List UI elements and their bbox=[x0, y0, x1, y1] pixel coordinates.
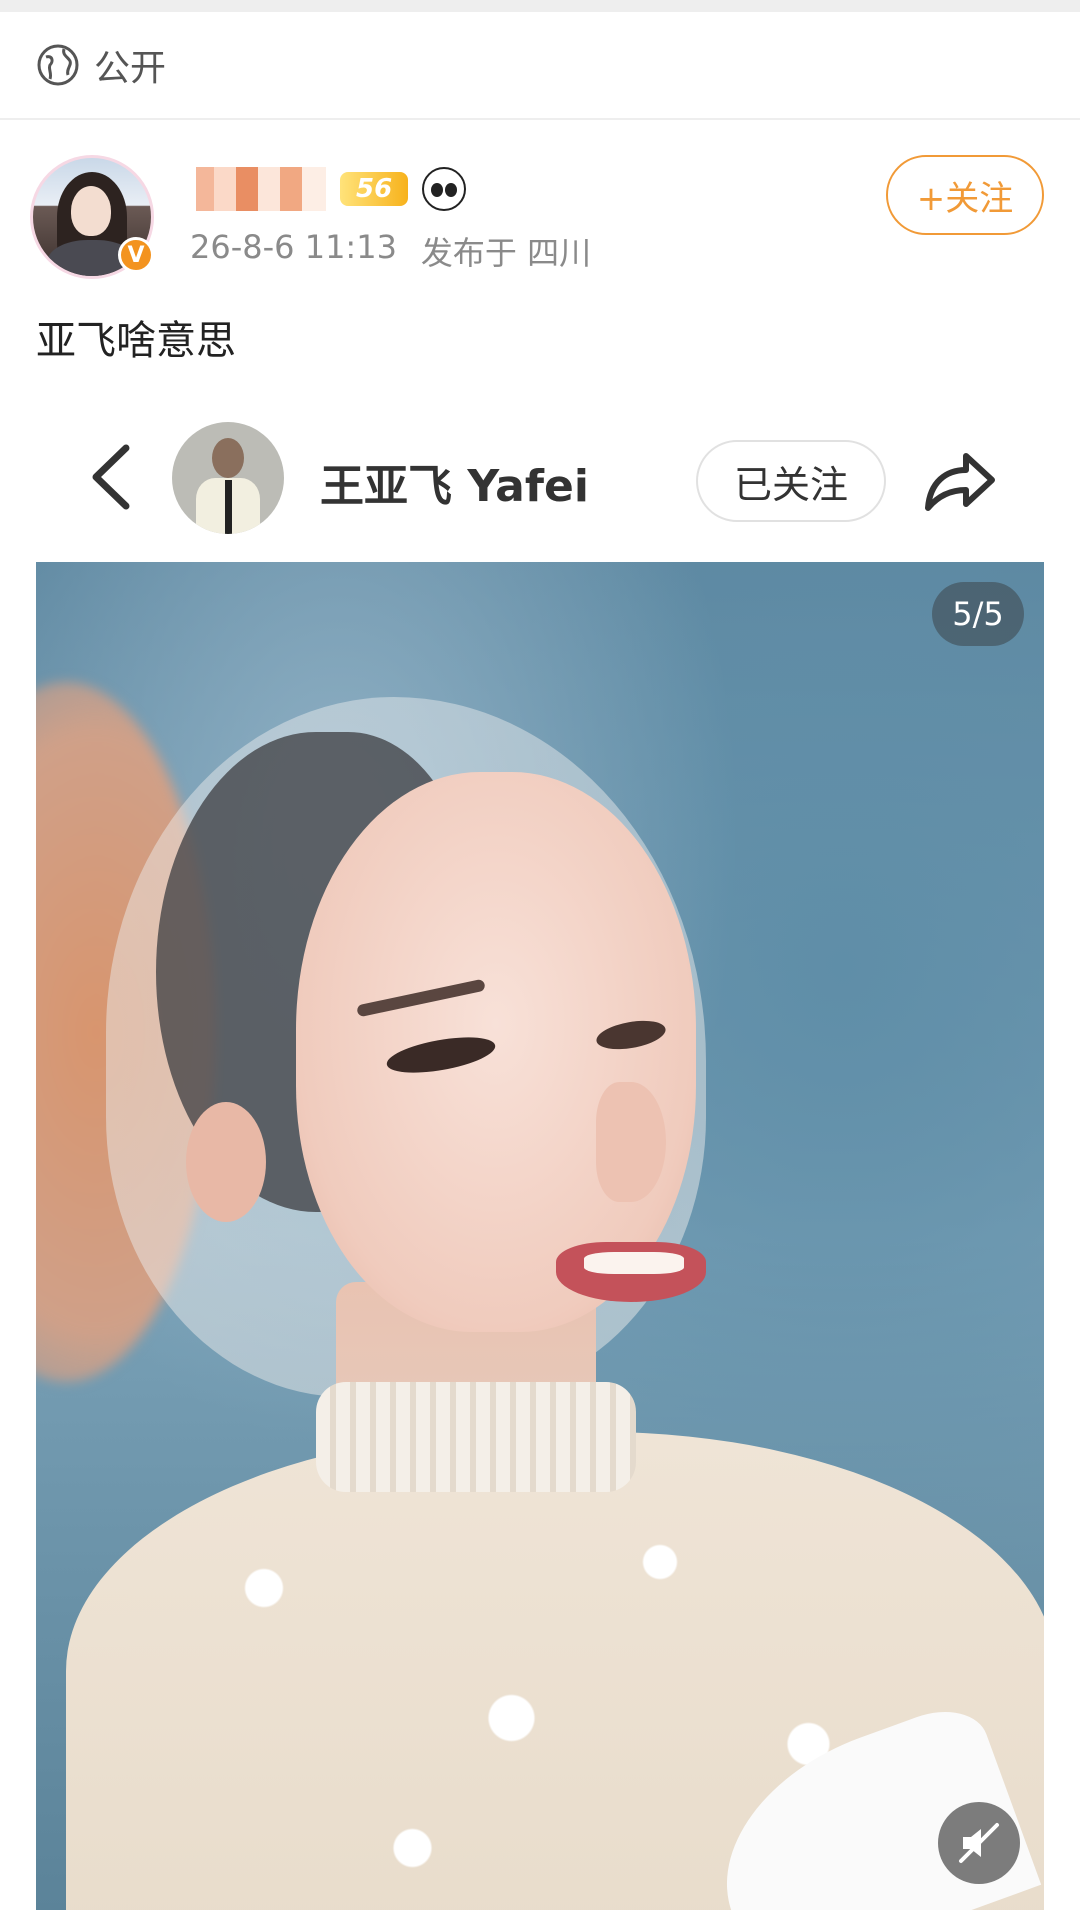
visibility-label: 公开 bbox=[94, 48, 167, 89]
follow-button[interactable]: +关注 bbox=[886, 155, 1044, 235]
followed-button[interactable]: 已关注 bbox=[696, 440, 886, 522]
speaker-muted-icon bbox=[959, 1823, 999, 1863]
embedded-profile-name[interactable]: 王亚飞 Yafei bbox=[320, 450, 589, 514]
image-counter: 5/5 bbox=[932, 582, 1024, 646]
chevron-left-icon[interactable] bbox=[82, 442, 142, 512]
mute-button[interactable] bbox=[938, 1802, 1020, 1884]
post-text: 亚飞啥意思 bbox=[36, 318, 236, 364]
share-icon[interactable] bbox=[920, 446, 1000, 516]
post-photo[interactable]: 5/5 bbox=[36, 562, 1044, 1910]
post-location: 发布于 四川 bbox=[420, 234, 592, 272]
post-timestamp: 26-8-6 11:13 bbox=[190, 228, 397, 266]
visibility-bar[interactable]: 公开 bbox=[0, 12, 1080, 120]
author-avatar[interactable]: V bbox=[30, 155, 154, 279]
post-meta: 26-8-6 11:13 发布于 四川 bbox=[190, 228, 591, 274]
author-name-redacted[interactable] bbox=[196, 167, 326, 211]
embedded-avatar[interactable] bbox=[172, 422, 284, 534]
embedded-profile-header: 王亚飞 Yafei 已关注 bbox=[36, 410, 1046, 540]
verified-icon: V bbox=[118, 237, 154, 273]
top-divider bbox=[0, 0, 1080, 12]
globe-icon bbox=[37, 44, 79, 86]
level-badge: 56 bbox=[340, 172, 409, 206]
panda-icon bbox=[422, 167, 467, 211]
author-row: 56 bbox=[196, 164, 467, 214]
